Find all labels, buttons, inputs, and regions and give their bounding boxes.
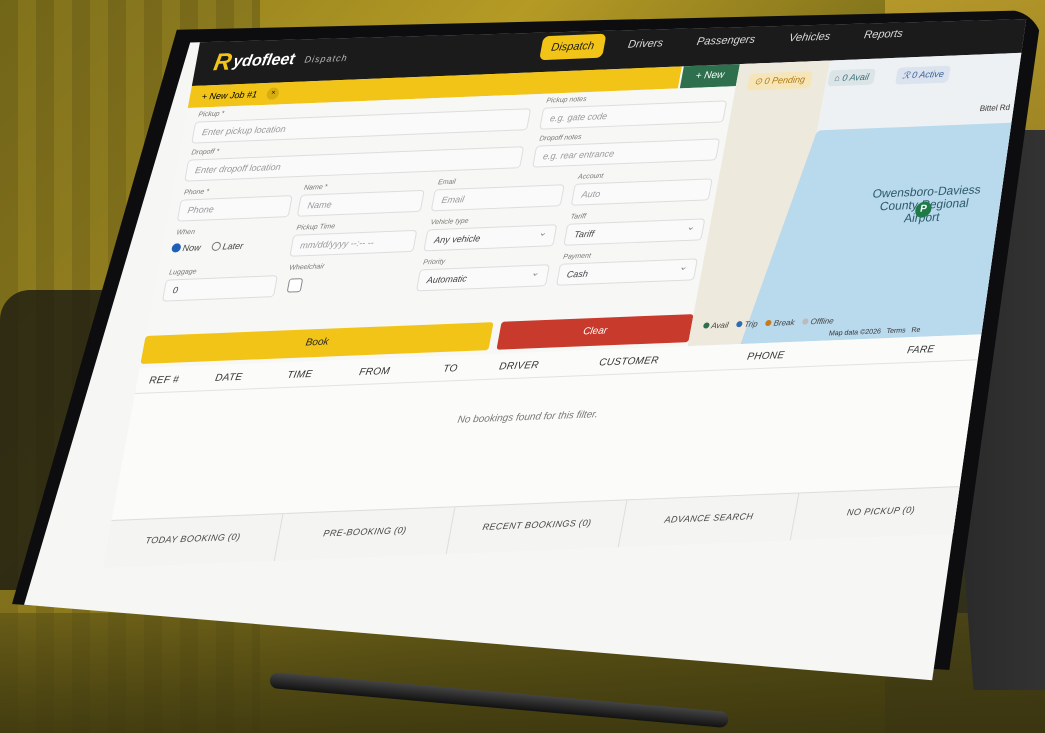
nav-vehicles[interactable]: Vehicles xyxy=(777,24,843,50)
nav-dispatch[interactable]: Dispatch xyxy=(539,33,607,61)
tab-recent-bookings[interactable]: RECENT BOOKINGS (0) xyxy=(446,500,628,555)
priority-select[interactable]: Automatic xyxy=(415,264,550,292)
col-driver[interactable]: DRIVER xyxy=(498,360,540,373)
col-ref[interactable]: REF # xyxy=(148,374,180,386)
offline-dot-icon xyxy=(802,318,810,325)
col-time[interactable]: TIME xyxy=(286,369,313,381)
clear-button[interactable]: Clear xyxy=(496,314,694,350)
break-dot-icon xyxy=(765,319,773,327)
payment-label: Payment xyxy=(562,252,592,261)
phone-label: Phone * xyxy=(183,188,210,197)
legend-offline-label: Offline xyxy=(809,316,835,327)
when-now-radio[interactable]: Now xyxy=(170,242,202,254)
tab-pre-booking[interactable]: PRE-BOOKING (0) xyxy=(274,507,456,562)
dropoff-notes-input[interactable]: e.g. rear entrance xyxy=(532,138,721,168)
dropoff-label: Dropoff * xyxy=(190,148,220,157)
vehicle-type-select[interactable]: Any vehicle xyxy=(423,224,558,252)
pickup-label: Pickup * xyxy=(197,110,225,119)
pickup-input[interactable]: Enter pickup location xyxy=(191,108,532,144)
nav-reports[interactable]: Reports xyxy=(852,21,915,47)
pickup-notes-label: Pickup notes xyxy=(545,95,588,105)
tab-no-pickup[interactable]: NO PICKUP (0) xyxy=(790,486,972,541)
nav-passengers[interactable]: Passengers xyxy=(685,27,768,54)
vehicle-type-label: Vehicle type xyxy=(429,217,470,227)
name-label: Name * xyxy=(303,183,328,192)
col-to[interactable]: TO xyxy=(442,363,458,375)
wheelchair-checkbox[interactable] xyxy=(286,278,304,293)
tab-today-booking[interactable]: TODAY BOOKING (0) xyxy=(102,514,284,568)
when-now-label: Now xyxy=(181,242,202,254)
tariff-label: Tariff xyxy=(569,213,587,221)
tariff-select[interactable]: Tariff xyxy=(563,218,706,246)
job-tab-label: + New Job #1 xyxy=(200,89,259,102)
email-input[interactable]: Email xyxy=(430,184,565,212)
when-later-radio[interactable]: Later xyxy=(210,240,245,252)
dispatch-app: R ydofleet Dispatch Dispatch Drivers Pas… xyxy=(96,19,1027,602)
pickup-notes-input[interactable]: e.g. gate code xyxy=(539,100,728,130)
pickup-time-label: Pickup Time xyxy=(295,223,336,232)
pickup-time-input[interactable]: mm/dd/yyyy --:-- -- xyxy=(289,229,418,257)
legend-avail-label: Avail xyxy=(710,320,730,331)
account-label: Account xyxy=(577,172,604,181)
legend-trip: Trip xyxy=(736,319,759,329)
legend-break-label: Break xyxy=(772,317,796,328)
priority-label: Priority xyxy=(422,258,446,267)
tab-advance-search[interactable]: ADVANCE SEARCH xyxy=(618,493,800,548)
avail-dot-icon xyxy=(702,322,710,329)
when-label: When xyxy=(175,228,196,237)
payment-select[interactable]: Cash xyxy=(555,258,698,286)
nav-drivers[interactable]: Drivers xyxy=(616,31,675,57)
name-input[interactable]: Name xyxy=(296,189,425,217)
logo-subtitle: Dispatch xyxy=(303,52,349,65)
available-count-badge[interactable]: ⌂ 0 Avail xyxy=(827,68,877,87)
when-later-label: Later xyxy=(221,240,245,252)
road-label: Bittel Rd xyxy=(978,102,1011,114)
col-from[interactable]: FROM xyxy=(358,366,391,378)
new-job-button[interactable]: + New xyxy=(679,64,740,89)
booking-form: Pickup * Enter pickup location Pickup no… xyxy=(139,86,736,368)
close-icon[interactable]: × xyxy=(266,87,281,100)
col-customer[interactable]: CUSTOMER xyxy=(598,355,659,368)
phone-input[interactable]: Phone xyxy=(176,195,293,222)
col-date[interactable]: DATE xyxy=(214,372,243,384)
luggage-input[interactable]: 0 xyxy=(161,275,278,302)
col-phone[interactable]: PHONE xyxy=(746,350,785,362)
legend-trip-label: Trip xyxy=(743,319,759,329)
legend-break: Break xyxy=(765,317,796,328)
empty-state-message: No bookings found for this filter. xyxy=(456,409,599,426)
pending-count-badge[interactable]: ⊙ 0 Pending xyxy=(746,71,813,91)
trip-dot-icon xyxy=(736,321,744,328)
luggage-label: Luggage xyxy=(168,268,198,277)
radio-selected-icon xyxy=(170,243,182,253)
dropoff-input[interactable]: Enter dropoff location xyxy=(184,146,525,182)
map-report-link[interactable]: Re xyxy=(911,327,921,334)
email-label: Email xyxy=(437,178,457,187)
wheelchair-label: Wheelchair xyxy=(288,263,325,272)
legend-avail: Avail xyxy=(702,321,729,331)
legend-offline: Offline xyxy=(802,316,835,326)
logo-icon: R xyxy=(211,48,234,77)
account-input[interactable]: Auto xyxy=(570,178,713,206)
dropoff-notes-label: Dropoff notes xyxy=(538,133,583,143)
map-terms-link[interactable]: Terms xyxy=(886,327,906,335)
radio-empty-icon xyxy=(210,241,222,251)
logo-text: ydofleet xyxy=(231,51,297,71)
active-count-badge[interactable]: ℛ 0 Active xyxy=(894,65,952,85)
col-fare[interactable]: FARE xyxy=(906,344,935,356)
